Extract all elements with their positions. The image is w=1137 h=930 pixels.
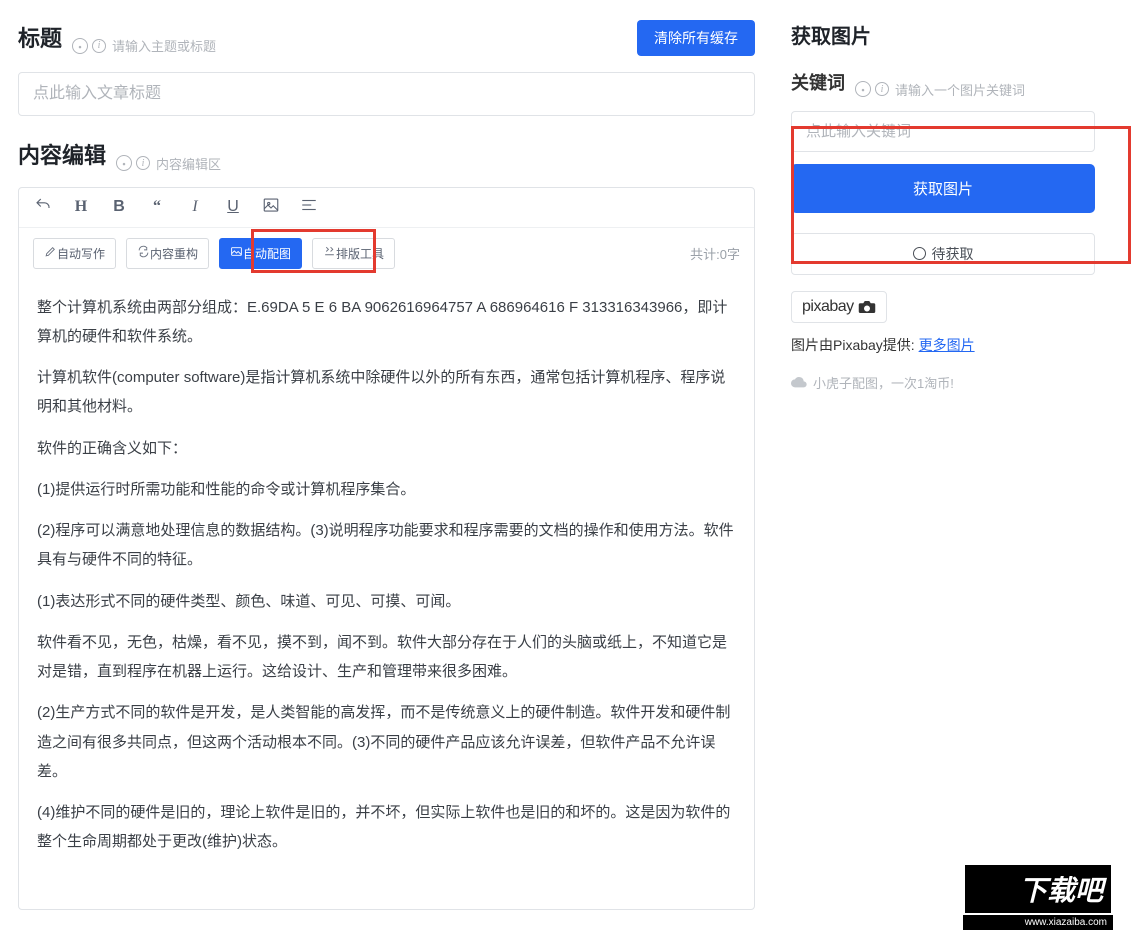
main-column: 标题 i请输入主题或标题 清除所有缓存 内容编辑 i内容编辑区 H B “ I … [0,0,773,930]
paragraph: 整个计算机系统由两部分组成：E.69DA 5 E 6 BA 9062616964… [37,293,736,352]
info-icon: i [875,82,889,96]
cloud-icon [791,376,807,388]
title-section-header: 标题 i请输入主题或标题 清除所有缓存 [18,20,755,56]
pixabay-badge: pixabay [791,291,887,323]
paragraph: (4)维护不同的硬件是旧的，理论上软件是旧的，并不坏，但实际上软件也是旧的和坏的… [37,798,736,857]
title-input[interactable] [18,72,755,116]
image-icon[interactable] [261,196,281,219]
editor-label: 内容编辑 [18,138,106,170]
action-toolbar: 自动写作 内容重构 自动配图 排版工具 共计:0字 [19,228,754,279]
layout-tool-button[interactable]: 排版工具 [312,238,395,269]
paragraph: (1)提供运行时所需功能和性能的命令或计算机程序集合。 [37,475,736,504]
editor-content[interactable]: 整个计算机系统由两部分组成：E.69DA 5 E 6 BA 9062616964… [19,279,754,909]
quote-icon[interactable]: “ [147,198,167,216]
editor-hint: i内容编辑区 [116,154,221,173]
clear-cache-button[interactable]: 清除所有缓存 [637,20,755,56]
toolbar: H B “ I U [19,188,754,228]
paragraph: (1)表达形式不同的硬件类型、颜色、味道、可见、可摸、可闻。 [37,587,736,616]
watermark: 下载吧 www.xiazaiba.com [963,863,1113,930]
circle-icon [913,247,926,260]
undo-icon[interactable] [33,196,53,219]
keyword-input[interactable] [791,111,1095,152]
keyword-label: 关键词 [791,69,845,95]
get-image-button[interactable]: 获取图片 [791,164,1095,213]
bold-icon[interactable]: B [109,198,129,216]
paragraph: 软件看不见，无色，枯燥，看不见，摸不到，闻不到。软件大部分存在于人们的头脑或纸上… [37,628,736,687]
keyword-hint: i请输入一个图片关键词 [855,80,1025,99]
auto-image-button[interactable]: 自动配图 [219,238,302,269]
paragraph: (2)生产方式不同的软件是开发，是人类智能的高发挥，而不是传统意义上的硬件制造。… [37,698,736,786]
title-label: 标题 [18,21,62,53]
paragraph: 软件的正确含义如下： [37,434,736,463]
get-image-title: 获取图片 [791,20,1095,49]
char-count: 共计:0字 [690,244,740,263]
info-icon: i [92,39,106,53]
more-images-link[interactable]: 更多图片 [919,337,975,353]
side-column: 获取图片 关键词 i请输入一个图片关键词 获取图片 待获取 pixabay 图片… [773,0,1113,930]
underline-icon[interactable]: U [223,198,243,216]
heading-icon[interactable]: H [71,198,91,216]
info-icon: i [136,156,150,170]
camera-icon [858,300,876,314]
align-left-icon[interactable] [299,196,319,219]
restructure-button[interactable]: 内容重构 [126,238,209,269]
italic-icon[interactable]: I [185,198,205,216]
waiting-box[interactable]: 待获取 [791,233,1095,275]
paragraph: 计算机软件(computer software)是指计算机系统中除硬件以外的所有… [37,363,736,422]
disclaimer: 小虎子配图，一次1淘币! [791,373,1095,392]
paragraph: (2)程序可以满意地处理信息的数据结构。(3)说明程序功能要求和程序需要的文档的… [37,516,736,575]
title-hint: i请输入主题或标题 [72,36,216,55]
provider-line: 图片由Pixabay提供: 更多图片 [791,335,1095,355]
editor-box: H B “ I U 自动写作 内容重构 自动配图 排版工具 共计:0字 整个计算… [18,187,755,910]
auto-write-button[interactable]: 自动写作 [33,238,116,269]
